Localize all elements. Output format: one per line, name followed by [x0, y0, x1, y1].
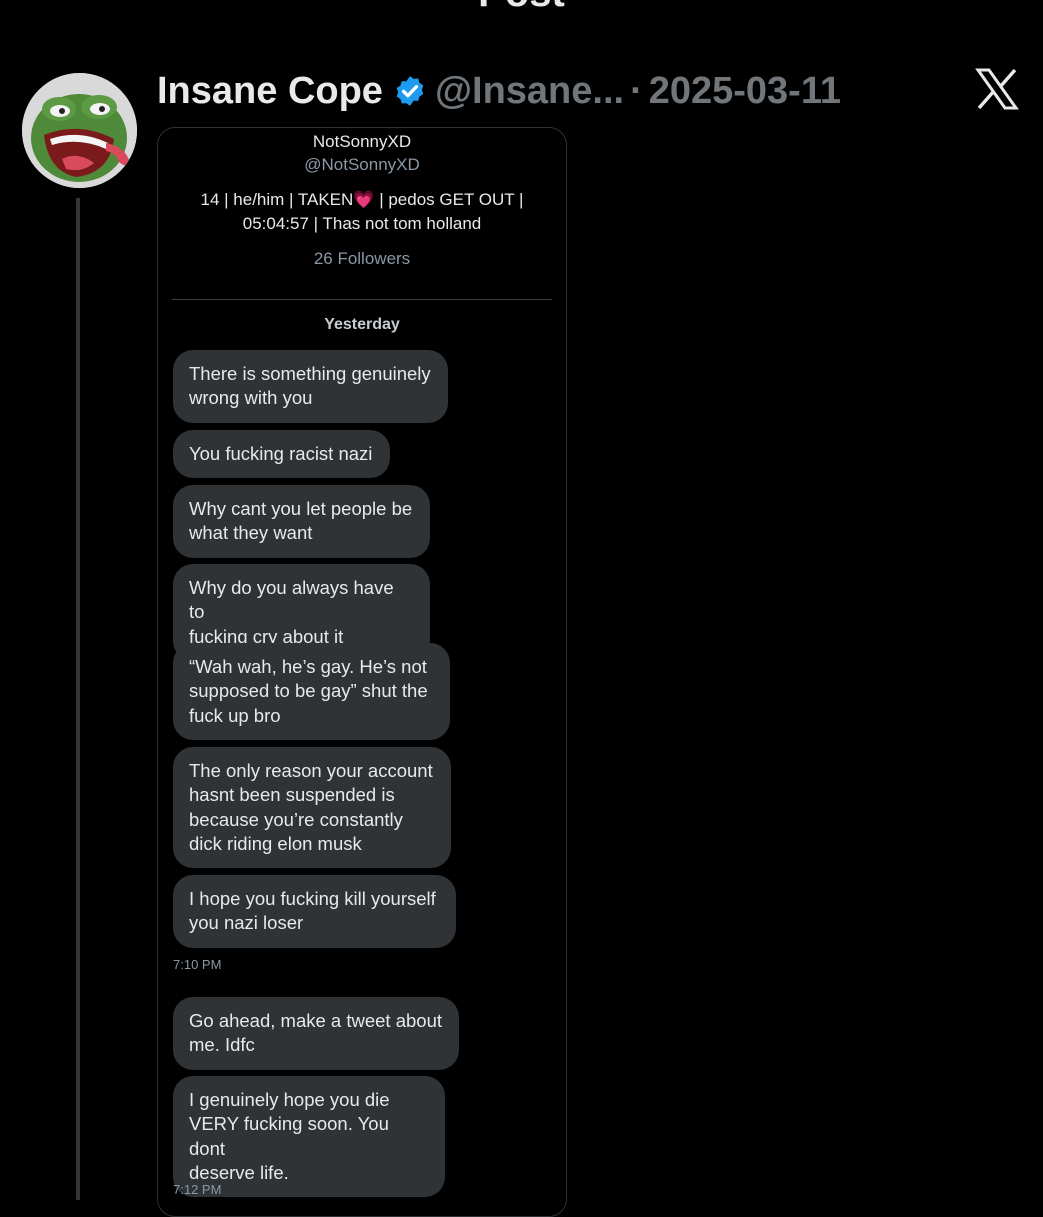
message-bubble[interactable]: I genuinely hope you die VERY fucking so…	[173, 1076, 445, 1198]
bio-line2: 05:04:57 | Thas not tom holland	[242, 214, 482, 233]
message-bubble[interactable]: Go ahead, make a tweet about me. Idfc	[173, 997, 459, 1070]
dm-profile-followers: 26 Followers	[313, 249, 411, 268]
top-bar: ‹ Post	[0, 0, 1043, 13]
thread-line	[76, 198, 80, 1200]
message-bubble[interactable]: I hope you fucking kill yourself you naz…	[173, 875, 456, 948]
post-header: Insane Cope @Insane... · 2025-03-11	[157, 66, 841, 116]
message-bubble[interactable]: The only reason your account hasnt been …	[173, 747, 451, 869]
separator-dot: ·	[630, 69, 643, 112]
frog-avatar-icon	[22, 73, 137, 188]
message-bubble[interactable]: You fucking racist nazi	[173, 430, 390, 479]
message-timestamp: 7:12 PM	[173, 1182, 222, 1197]
x-logo-icon	[975, 68, 1019, 110]
message-bubble[interactable]: “Wah wah, he’s gay. He’s not supposed to…	[173, 643, 450, 740]
dm-profile-handle: @NotSonnyXD	[304, 155, 420, 174]
display-name[interactable]: Insane Cope	[157, 70, 383, 113]
bio-line1: 14 | he/him | TAKEN	[200, 190, 354, 209]
post-date[interactable]: 2025-03-11	[649, 70, 841, 113]
page-title: Post	[0, 0, 1043, 13]
handle[interactable]: @Insane...	[435, 70, 624, 113]
dm-profile-bio: 14 | he/him | TAKEN💗 | pedos GET OUT | 0…	[157, 188, 567, 236]
verified-badge-icon	[396, 76, 424, 106]
message-timestamp: 7:10 PM	[173, 957, 222, 972]
message-bubble[interactable]: Why cant you let people be what they wan…	[173, 485, 430, 558]
avatar[interactable]	[22, 73, 137, 188]
message-bubble[interactable]: There is something genuinely wrong with …	[173, 350, 448, 423]
divider	[172, 299, 552, 300]
bio-line1-end: | pedos GET OUT |	[374, 190, 524, 209]
day-label-text: Yesterday	[324, 316, 400, 333]
dm-profile-name: NotSonnyXD	[312, 132, 412, 151]
heart-emoji-icon: 💗	[353, 190, 375, 209]
